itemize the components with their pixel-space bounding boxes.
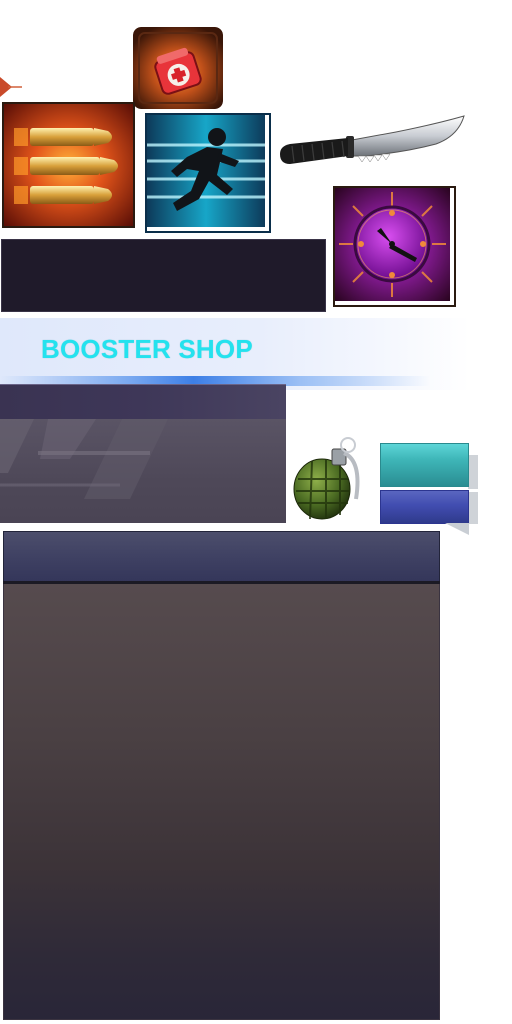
medkit-icon[interactable] — [133, 27, 223, 109]
dark-info-panel — [1, 239, 326, 312]
blue-button-shadow — [468, 492, 478, 524]
mid-panel-header — [0, 384, 286, 420]
arrow-marker-icon — [0, 77, 22, 97]
button-tail-shape — [445, 523, 469, 535]
clock-icon[interactable] — [333, 186, 456, 307]
teal-button[interactable] — [380, 443, 469, 487]
sprint-icon[interactable] — [145, 113, 271, 233]
knife-icon[interactable] — [276, 106, 466, 176]
ammo-icon[interactable] — [2, 102, 135, 228]
list-panel-header — [3, 531, 440, 583]
blue-button[interactable] — [380, 490, 469, 524]
list-panel-body — [3, 584, 440, 1020]
mid-panel-body — [0, 419, 286, 523]
grenade-icon[interactable] — [290, 435, 372, 523]
banner-title: BOOSTER SHOP — [41, 334, 253, 364]
teal-button-shadow — [468, 455, 478, 489]
